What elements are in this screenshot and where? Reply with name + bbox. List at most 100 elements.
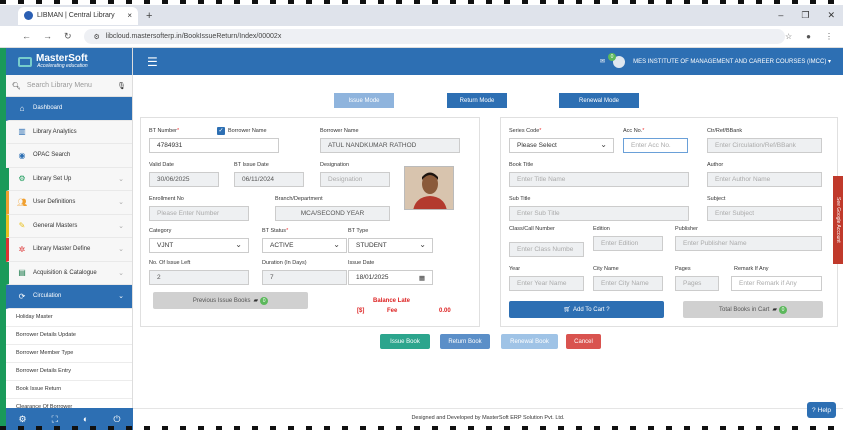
calendar-icon[interactable]: ▦ — [419, 274, 425, 282]
duration-label: Duration (In Days) — [262, 260, 307, 266]
microphone-icon[interactable]: 🎙︎ — [117, 82, 126, 90]
city-name-label: City Name — [593, 266, 619, 272]
logo-icon — [18, 56, 32, 67]
fee-label: Fee — [387, 308, 398, 314]
hide-icon[interactable]: ◐ — [83, 414, 88, 424]
pages-label: Pages — [675, 266, 691, 272]
sidebar-item-user-definitions[interactable]: 👥︎ User Definitions ⌄ — [6, 191, 132, 215]
sidebar-subitem-holiday-master[interactable]: Holiday Master — [6, 308, 132, 327]
sidebar-subitem-borrower-member-type[interactable]: Borrower Member Type — [6, 344, 132, 363]
enrollment-label: Enrollment No — [149, 196, 184, 202]
close-window-icon[interactable]: ✕ — [827, 10, 835, 21]
acc-no-input[interactable]: Enter Acc No. — [623, 138, 688, 153]
fullscreen-icon[interactable]: ⛶ — [52, 414, 58, 425]
forward-icon[interactable]: → — [43, 31, 52, 42]
sidebar-item-opac-search[interactable]: ◉ OPAC Search — [6, 144, 132, 168]
sidebar-item-label: OPAC Search — [33, 152, 71, 159]
bt-issue-date-label: BT Issue Date — [234, 162, 269, 168]
tab-return-mode[interactable]: Return Mode — [447, 93, 507, 108]
tab-renewal-mode[interactable]: Renewal Mode — [559, 93, 639, 108]
tab-issue-mode[interactable]: Issue Mode — [334, 93, 394, 108]
chevron-down-icon: ⌄ — [118, 269, 124, 277]
author-field: Enter Author Name — [707, 172, 822, 187]
top-navbar: ☰ ✉ 0 MES INSTITUTE OF MANAGEMENT AND CAR… — [133, 48, 843, 75]
cancel-button[interactable]: Cancel — [566, 334, 601, 349]
favicon-icon — [24, 11, 33, 20]
sidebar-item-dashboard[interactable]: ⌂ Dashboard — [6, 97, 132, 121]
category-select[interactable]: VJNT — [149, 238, 249, 253]
menu-dots-icon[interactable]: ⋮ — [825, 32, 833, 41]
series-code-label: Series Code* — [509, 128, 542, 134]
sidebar-search[interactable]: 🔍︎ Search Library Menu 🎙︎ — [6, 75, 132, 97]
help-button[interactable]: ? Help — [807, 402, 836, 418]
bookmark-star-icon[interactable]: ☆ — [785, 32, 792, 41]
back-icon[interactable]: ← — [22, 31, 31, 42]
settings-icon[interactable]: ⚙ — [19, 414, 27, 425]
search-icon: 🔍︎ — [12, 82, 21, 90]
sidebar-subitem-book-issue-return[interactable]: Book Issue Return — [6, 380, 132, 399]
chevron-down-icon: ⌄ — [118, 175, 124, 183]
borrower-name-label: Borrower Name — [320, 128, 359, 134]
borrower-name-field: ATUL NANDKUMAR RATHOD — [320, 138, 460, 153]
sidebar-item-library-master-define[interactable]: ✲ Library Master Define ⌄ — [6, 238, 132, 262]
city-name-field: Enter City Name — [593, 276, 663, 291]
total-books-in-cart-button[interactable]: Total Books in Cart ▰ 0 — [683, 301, 823, 318]
url-text: libcloud.mastersofterp.in/BookIssueRetur… — [105, 33, 282, 40]
minimize-icon[interactable]: – — [778, 10, 783, 21]
browser-tab[interactable]: LIBMAN | Central Library × — [18, 6, 138, 25]
bt-type-select[interactable]: STUDENT — [348, 238, 433, 253]
cart-count-badge: 0 — [778, 305, 787, 314]
sidebar-item-general-masters[interactable]: ✎ General Masters ⌄ — [6, 214, 132, 238]
close-tab-icon[interactable]: × — [127, 11, 132, 20]
hamburger-icon[interactable]: ☰ — [147, 55, 158, 69]
add-to-cart-button[interactable]: 🛒︎ Add To Cart ? — [509, 301, 664, 318]
issue-date-label: Issue Date — [348, 260, 375, 266]
new-tab-icon[interactable]: + — [146, 10, 152, 22]
google-account-tab[interactable]: See Google Account — [833, 176, 843, 264]
refresh-icon: ⟳ — [18, 291, 26, 301]
sub-title-label: Sub Title — [509, 196, 531, 202]
sidebar-item-library-analytics[interactable]: ▥ Library Analytics — [6, 121, 132, 144]
page-footer: Designed and Developed by MasterSoft ERP… — [133, 408, 843, 426]
mode-tabs: Issue Mode Return Mode Renewal Mode — [334, 93, 838, 108]
fee-icon: [$] — [357, 308, 365, 314]
gears-icon: ⚙ — [18, 174, 26, 184]
reload-icon[interactable]: ↻ — [64, 31, 72, 42]
site-info-icon[interactable]: ⚙ — [94, 33, 100, 41]
series-code-select[interactable]: Please Select — [509, 138, 614, 153]
sidebar-subitem-borrower-details-update[interactable]: Borrower Details Update — [6, 326, 132, 345]
url-field[interactable]: ⚙ libcloud.mastersofterp.in/BookIssueRet… — [83, 29, 785, 44]
bt-issue-date-field: 06/11/2024 — [234, 172, 304, 187]
borrower-name-checkbox[interactable]: ✓ Borrower Name — [217, 127, 267, 135]
browser-tab-strip: LIBMAN | Central Library × + – ❐ ✕ — [0, 5, 843, 26]
search-icon: ◉ — [18, 150, 26, 160]
notification-icon[interactable]: ✉ 0 — [600, 53, 617, 65]
remark-input[interactable]: Enter Remark if Any — [731, 276, 822, 291]
sidebar-item-acquisition-catalogue[interactable]: ▤ Acquisition & Catalogue ⌄ — [6, 261, 132, 285]
power-icon[interactable]: ⏻ — [113, 414, 120, 425]
enrollment-field: Please Enter Number — [149, 206, 249, 221]
notification-badge: 0 — [608, 53, 617, 61]
sidebar-item-circulation[interactable]: ⟳ Circulation ⌄ — [6, 285, 132, 309]
restore-icon[interactable]: ❐ — [801, 10, 809, 21]
brand-logo[interactable]: MasterSoft Accelerating education — [6, 48, 132, 75]
class-number-label: Class/Call Number — [509, 226, 555, 232]
bt-number-field[interactable]: 4784931 — [149, 138, 279, 153]
brand-name: MasterSoft — [36, 53, 88, 64]
sidebar-item-label: Library Analytics — [33, 128, 77, 135]
issue-date-field[interactable]: 18/01/2025 ▦ — [348, 270, 433, 285]
home-icon: ⌂ — [19, 103, 25, 113]
sidebar-item-label: General Masters — [33, 222, 78, 229]
return-book-button[interactable]: Return Book — [440, 334, 490, 349]
issue-book-button[interactable]: Issue Book — [380, 334, 430, 349]
sidebar-subitem-borrower-details-entry[interactable]: Borrower Details Entry — [6, 362, 132, 381]
profile-icon[interactable]: ● — [806, 32, 811, 41]
bt-status-select[interactable]: ACTIVE — [262, 238, 347, 253]
institute-name[interactable]: MES INSTITUTE OF MANAGEMENT AND CAREER C… — [633, 58, 831, 65]
chevron-down-icon: ⌄ — [118, 293, 124, 301]
subject-label: Subject — [707, 196, 726, 202]
renewal-book-button[interactable]: Renewal Book — [501, 334, 558, 349]
previous-issue-books-button[interactable]: Previous Issue Books ▰ 0 — [153, 292, 308, 309]
sidebar-item-label: Acquisition & Catalogue — [33, 269, 97, 276]
sidebar-item-library-set-up[interactable]: ⚙ Library Set Up ⌄ — [6, 167, 132, 191]
